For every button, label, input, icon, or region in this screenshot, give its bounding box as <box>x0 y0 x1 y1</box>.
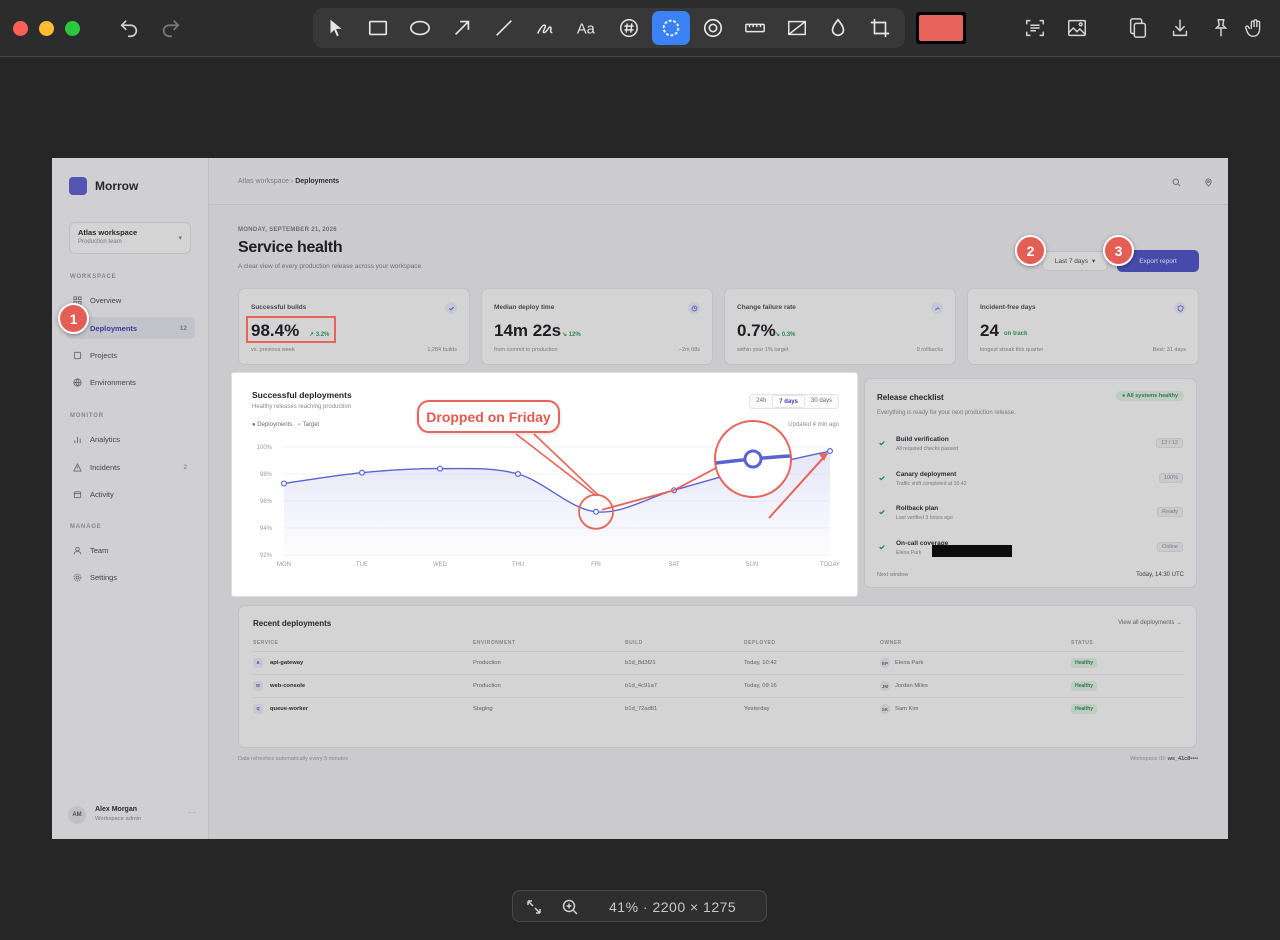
fit-to-window-icon[interactable] <box>525 898 543 916</box>
redo-icon[interactable] <box>153 10 189 46</box>
annotation-color-swatch[interactable] <box>916 12 966 44</box>
save-icon[interactable] <box>1162 10 1198 46</box>
step-badge-1[interactable]: 1 <box>58 303 89 334</box>
undo-icon[interactable] <box>111 10 147 46</box>
copy-icon[interactable] <box>1120 10 1156 46</box>
ellipse-tool-icon[interactable] <box>402 10 438 46</box>
magnified-point[interactable] <box>743 449 763 469</box>
svg-text:Aa: Aa <box>577 22 596 38</box>
color-dropper-icon[interactable] <box>820 10 856 46</box>
highlight-circle[interactable] <box>578 493 614 530</box>
rectangle-tool-icon[interactable] <box>360 10 396 46</box>
highlight-rectangle[interactable] <box>246 316 336 343</box>
drag-hand-icon[interactable] <box>1237 10 1273 46</box>
text-tool-icon[interactable]: Aa <box>569 10 605 46</box>
annotation-line[interactable] <box>601 489 675 511</box>
callout-label[interactable]: Dropped on Friday <box>417 400 560 433</box>
zoom-icon[interactable] <box>561 898 579 916</box>
annotation-toolbar: Aa <box>0 0 1280 57</box>
step-badge-3[interactable]: 3 <box>1103 235 1134 266</box>
minimize-window-button[interactable] <box>39 21 54 36</box>
callout-pointer-line[interactable] <box>515 433 597 497</box>
zoom-status-bar: 41% · 2200 × 1275 <box>512 890 767 922</box>
pointer-tool-icon[interactable] <box>318 10 354 46</box>
zoom-window-button[interactable] <box>65 21 80 36</box>
image-icon[interactable] <box>1059 10 1095 46</box>
hide-tool-icon[interactable] <box>779 10 815 46</box>
counter-tool-icon[interactable] <box>611 10 647 46</box>
crop-tool-icon[interactable] <box>862 10 898 46</box>
magnifier-tool-icon[interactable] <box>695 10 731 46</box>
text-recognition-icon[interactable] <box>1017 10 1053 46</box>
annotation-layer <box>246 316 828 530</box>
callout-pointer-line[interactable] <box>533 433 600 497</box>
arrow-tool-icon[interactable] <box>444 10 480 46</box>
pen-tool-icon[interactable] <box>527 10 563 46</box>
annotation-line[interactable] <box>673 467 717 491</box>
screenshot-canvas: Morrow Atlas workspace Production team ▾… <box>52 158 1228 839</box>
step-badge-2[interactable]: 2 <box>1015 235 1046 266</box>
close-window-button[interactable] <box>13 21 28 36</box>
ruler-tool-icon[interactable] <box>737 10 773 46</box>
pin-icon[interactable] <box>1203 10 1239 46</box>
zoom-info: 41% · 2200 × 1275 <box>609 899 737 915</box>
line-tool-icon[interactable] <box>486 10 522 46</box>
highlight-circle-tool-icon[interactable] <box>653 10 689 46</box>
